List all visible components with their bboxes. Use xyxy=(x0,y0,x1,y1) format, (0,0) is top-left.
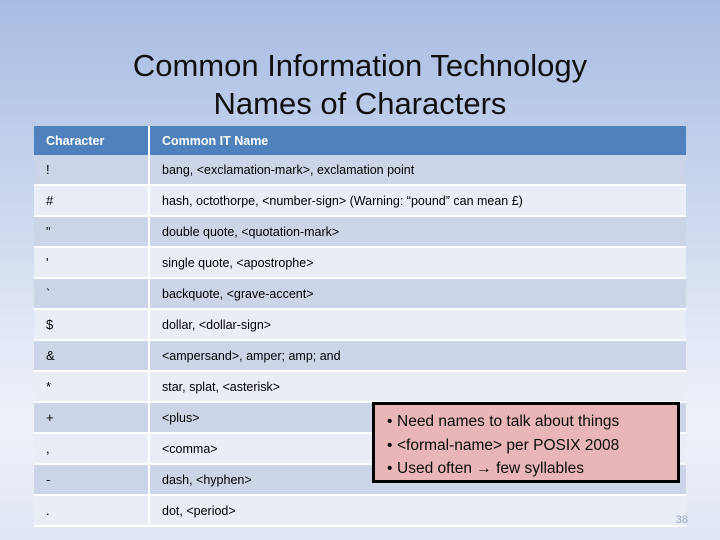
bullet-dot-icon: • xyxy=(387,460,393,477)
cell-character: $ xyxy=(34,310,150,341)
cell-character: " xyxy=(34,217,150,248)
cell-character: & xyxy=(34,341,150,372)
cell-character: + xyxy=(34,403,150,434)
cell-common-it-name: single quote, <apostrophe> xyxy=(150,248,686,279)
page-title-line-1: Common Information Technology xyxy=(132,47,588,83)
table-header-row: Character Common IT Name xyxy=(34,126,686,155)
cell-common-it-name: hash, octothorpe, <number-sign> (Warning… xyxy=(150,186,686,217)
cell-character: # xyxy=(34,186,150,217)
cell-character: * xyxy=(34,372,150,403)
bullet-dot-icon: • xyxy=(387,436,393,454)
cell-common-it-name: bang, <exclamation-mark>, exclamation po… xyxy=(150,155,686,186)
slide: Common Information Technology Names of C… xyxy=(0,0,720,540)
table-row: . dot, <period> xyxy=(34,496,686,527)
cell-character: ` xyxy=(34,279,150,310)
cell-common-it-name: star, splat, <asterisk> xyxy=(150,372,686,403)
cell-character: , xyxy=(34,434,150,465)
column-header-character: Character xyxy=(34,126,150,155)
page-title: Common Information Technology Names of C… xyxy=(40,47,680,123)
callout-box: • Need names to talk about things • <forma… xyxy=(372,402,680,483)
table-row: ! bang, <exclamation-mark>, exclamation p… xyxy=(34,155,686,186)
callout-bullet-1: • Need names to talk about things xyxy=(387,410,667,434)
cell-character: . xyxy=(34,496,150,527)
callout-bullet-1-text: Need names to talk about things xyxy=(397,413,620,430)
cell-character: ! xyxy=(34,155,150,186)
callout-bullet-3: • Used often → few syllables xyxy=(387,457,667,481)
table-row: ` backquote, <grave-accent> xyxy=(34,279,686,310)
table-row: # hash, octothorpe, <number-sign> (Warnin… xyxy=(34,186,686,217)
bullet-dot-icon: • xyxy=(387,413,393,430)
cell-common-it-name: double quote, <quotation-mark> xyxy=(150,217,686,248)
cell-character: ' xyxy=(34,248,150,279)
cell-common-it-name: backquote, <grave-accent> xyxy=(150,279,686,310)
callout-bullet-2-text: <formal-name> per POSIX 2008 xyxy=(397,436,620,454)
cell-character: - xyxy=(34,465,150,496)
table-row: ' single quote, <apostrophe> xyxy=(34,248,686,279)
callout-bullet-2: • <formal-name> per POSIX 2008 xyxy=(387,434,667,458)
cell-common-it-name: <ampersand>, amper; amp; and xyxy=(150,341,686,372)
page-number: 38 xyxy=(675,514,688,526)
table-row: & <ampersand>, amper; amp; and xyxy=(34,341,686,372)
table-row: $ dollar, <dollar-sign> xyxy=(34,310,686,341)
column-header-common-it-name: Common IT Name xyxy=(150,126,686,155)
table-row: " double quote, <quotation-mark> xyxy=(34,217,686,248)
table-row: * star, splat, <asterisk> xyxy=(34,372,686,403)
cell-common-it-name: dot, <period> xyxy=(150,496,686,527)
page-title-line-2: Names of Characters xyxy=(213,85,507,121)
cell-common-it-name: dollar, <dollar-sign> xyxy=(150,310,686,341)
callout-bullet-3-text: Used often → few syllables xyxy=(397,460,584,477)
